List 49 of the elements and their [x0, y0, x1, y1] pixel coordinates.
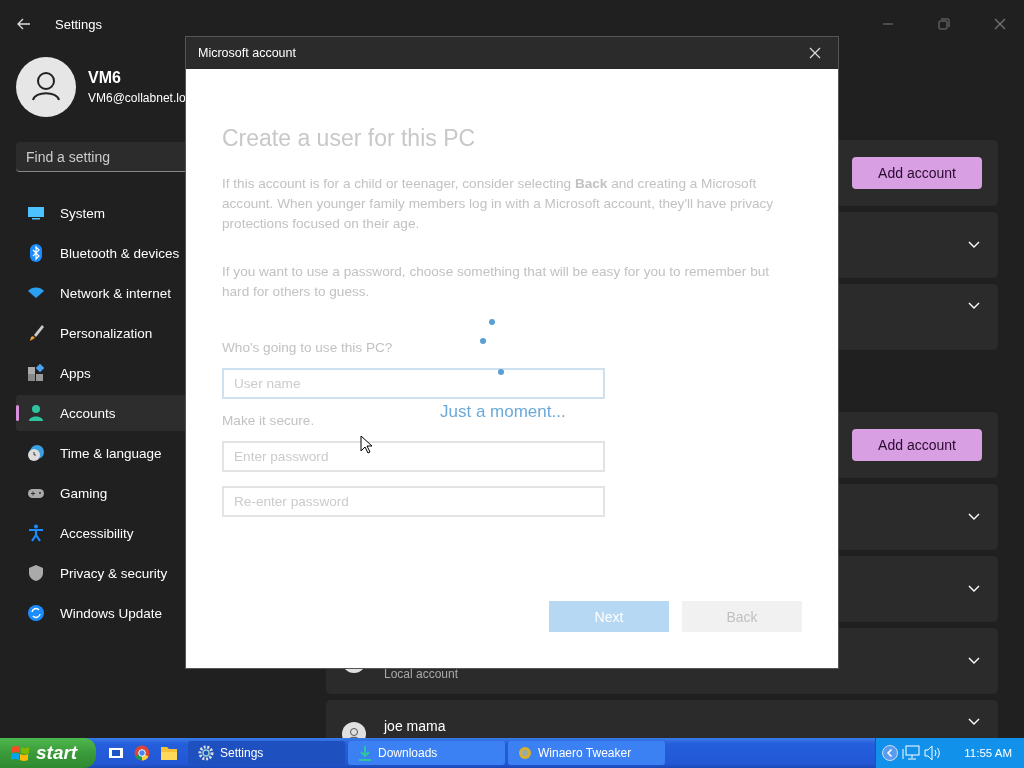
clock-globe-icon — [27, 444, 45, 462]
chevron-down-icon[interactable] — [968, 513, 980, 521]
chevron-down-icon[interactable] — [968, 585, 980, 593]
chevron-down-icon[interactable] — [968, 241, 980, 249]
film-icon[interactable] — [108, 746, 124, 760]
sync-icon — [27, 604, 45, 622]
dialog-paragraph: If you want to use a password, choose something that will be easy for you to remember but hard for others to guess. — [222, 263, 771, 301]
nav-item[interactable]: Windows Update — [16, 595, 312, 631]
add-account-button[interactable]: Add account — [852, 157, 982, 189]
profile-name: VM6 — [88, 69, 122, 87]
mouse-cursor-icon — [360, 435, 372, 454]
loading-text: Just a moment... — [440, 402, 566, 422]
taskbar-button[interactable]: Settings — [188, 741, 345, 765]
dialog-paragraph: If this account is for a child or teenager, consider selecting Back and creating a Microsoft account. When younger family members log in with a Microsoft account, they'll have privacy protections focused on their age. — [222, 175, 775, 233]
dialog-title: Microsoft account — [198, 46, 296, 60]
loading-spinner-icon — [480, 318, 504, 378]
apps-icon — [27, 364, 45, 382]
back-arrow-icon[interactable] — [17, 18, 31, 30]
expand-tray-icon[interactable] — [882, 745, 899, 761]
brush-icon — [27, 324, 45, 342]
app-icon — [518, 746, 532, 760]
chevron-down-icon[interactable] — [968, 657, 980, 665]
profile-email: VM6@collabnet.lo — [88, 91, 186, 105]
add-account-button[interactable]: Add account — [852, 429, 982, 461]
gear-icon — [198, 745, 214, 761]
bluetooth-icon — [27, 244, 45, 262]
shield-icon — [27, 564, 45, 582]
window-title: Settings — [55, 16, 102, 32]
question-label: Who's going to use this PC? — [222, 340, 393, 355]
accessibility-icon — [27, 524, 45, 542]
start-button[interactable]: start — [0, 738, 96, 768]
clock: 11:55 AM — [964, 747, 1012, 759]
nav-item[interactable]: Accessibility — [16, 515, 312, 551]
download-icon — [358, 745, 372, 761]
taskbar-button[interactable]: Downloads — [348, 741, 505, 765]
volume-icon[interactable] — [924, 745, 943, 761]
nav-item[interactable]: Privacy & security — [16, 555, 312, 591]
account-name: joe mama — [384, 718, 446, 734]
chevron-down-icon[interactable] — [968, 718, 980, 726]
windows-flag-icon — [10, 744, 30, 762]
secure-label: Make it secure. — [222, 413, 315, 428]
browser-icon[interactable] — [134, 745, 150, 761]
restore-icon[interactable] — [938, 18, 950, 30]
account-type: Local account — [384, 667, 459, 681]
taskbar-button[interactable]: Winaero Tweaker — [508, 741, 665, 765]
chevron-down-icon[interactable] — [968, 302, 980, 310]
folder-icon[interactable] — [160, 745, 178, 761]
person-icon — [27, 404, 45, 422]
monitor-icon — [27, 204, 45, 222]
